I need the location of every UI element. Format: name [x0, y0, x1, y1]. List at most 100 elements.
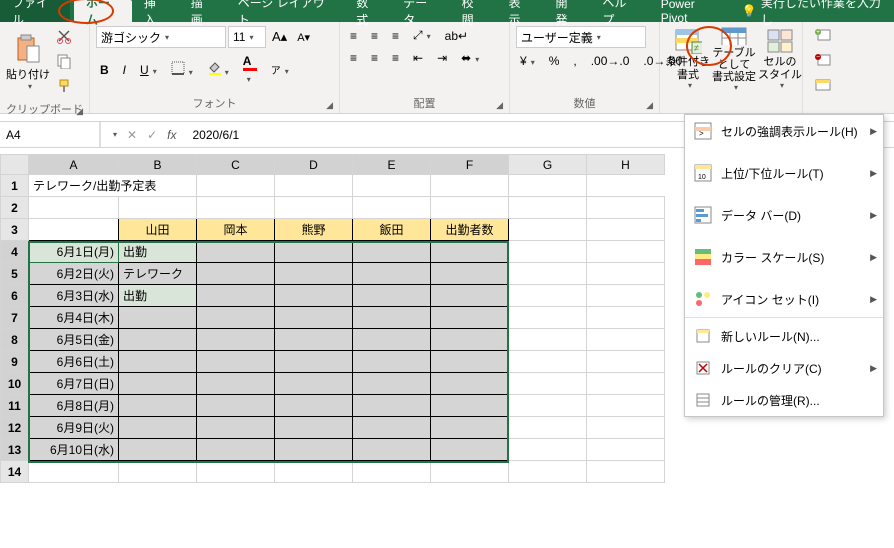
- dialog-launcher-icon[interactable]: ◢: [76, 106, 83, 117]
- menu-icon-sets[interactable]: アイコン セット(I) ▶: [685, 283, 883, 315]
- col-header-H[interactable]: H: [587, 155, 665, 175]
- wrap-text-button[interactable]: ab↵: [441, 27, 472, 45]
- tab-insert[interactable]: 挿入: [132, 0, 179, 22]
- row-header[interactable]: 12: [1, 417, 29, 439]
- phonetic-button[interactable]: ア▾: [267, 60, 293, 79]
- font-name-select[interactable]: 游ゴシック▾: [96, 26, 226, 48]
- tab-help[interactable]: ヘルプ: [590, 0, 648, 22]
- comma-button[interactable]: ,: [569, 52, 580, 70]
- align-bottom-button[interactable]: ≡: [388, 27, 403, 45]
- menu-color-scales[interactable]: カラー スケール(S) ▶: [685, 241, 883, 273]
- header-cell[interactable]: 山田: [119, 219, 197, 241]
- col-header-C[interactable]: C: [197, 155, 275, 175]
- col-header-F[interactable]: F: [431, 155, 509, 175]
- row-header[interactable]: 6: [1, 285, 29, 307]
- row-header[interactable]: 10: [1, 373, 29, 395]
- cell[interactable]: 出勤: [119, 285, 197, 307]
- fx-icon[interactable]: fx: [167, 128, 176, 142]
- merge-button[interactable]: ⬌▾: [457, 49, 483, 67]
- cell[interactable]: 6月5日(金): [29, 329, 119, 351]
- delete-cells-button[interactable]: −: [810, 51, 836, 72]
- cell[interactable]: 6月9日(火): [29, 417, 119, 439]
- insert-cells-button[interactable]: +: [810, 26, 836, 47]
- percent-button[interactable]: %: [545, 52, 564, 70]
- currency-button[interactable]: ¥▾: [516, 52, 539, 70]
- italic-button[interactable]: I: [119, 61, 130, 79]
- align-left-button[interactable]: ≡: [346, 49, 361, 67]
- cell[interactable]: 6月2日(火): [29, 263, 119, 285]
- increase-font-button[interactable]: A▴: [268, 27, 291, 47]
- tab-data[interactable]: データ: [391, 0, 449, 22]
- row-header[interactable]: 9: [1, 351, 29, 373]
- row-header[interactable]: 2: [1, 197, 29, 219]
- menu-manage-rules[interactable]: ルールの管理(R)...: [685, 384, 883, 416]
- menu-highlight-rules[interactable]: > セルの強調表示ルール(H) ▶: [685, 115, 883, 147]
- cell[interactable]: 6月7日(日): [29, 373, 119, 395]
- cut-button[interactable]: [52, 26, 76, 49]
- header-cell[interactable]: 熊野: [275, 219, 353, 241]
- cell[interactable]: 6月8日(月): [29, 395, 119, 417]
- format-painter-button[interactable]: [52, 76, 76, 99]
- name-box[interactable]: [0, 122, 100, 147]
- row-header[interactable]: 7: [1, 307, 29, 329]
- menu-new-rule[interactable]: 新しいルール(N)...: [685, 320, 883, 352]
- tab-power-pivot[interactable]: Power Pivot: [649, 0, 734, 22]
- cell[interactable]: テレワーク/出勤予定表: [29, 175, 197, 197]
- fill-color-button[interactable]: ▾: [203, 59, 233, 80]
- tab-formulas[interactable]: 数式: [344, 0, 391, 22]
- format-as-table-button[interactable]: テーブルとして 書式設定▾: [712, 26, 756, 92]
- header-cell[interactable]: 出勤者数: [431, 219, 509, 241]
- tab-view[interactable]: 表示: [497, 0, 544, 22]
- row-header[interactable]: 3: [1, 219, 29, 241]
- menu-clear-rules[interactable]: ルールのクリア(C) ▶: [685, 352, 883, 384]
- col-header-D[interactable]: D: [275, 155, 353, 175]
- decrease-indent-button[interactable]: ⇤: [409, 49, 427, 67]
- cell[interactable]: 6月6日(土): [29, 351, 119, 373]
- align-top-button[interactable]: ≡: [346, 27, 361, 45]
- cell[interactable]: テレワーク: [119, 263, 197, 285]
- row-header[interactable]: 13: [1, 439, 29, 461]
- conditional-formatting-button[interactable]: ≠ 条件付き 書式▾: [666, 26, 710, 92]
- row-header[interactable]: 14: [1, 461, 29, 483]
- tab-draw[interactable]: 描画: [179, 0, 226, 22]
- underline-button[interactable]: U▾: [136, 61, 161, 79]
- font-color-button[interactable]: A▾: [239, 52, 261, 87]
- orientation-button[interactable]: ⤢▾: [409, 26, 435, 45]
- tab-file[interactable]: ファイル: [0, 0, 70, 22]
- chevron-down-icon[interactable]: ▾: [113, 130, 117, 139]
- decrease-font-button[interactable]: A▾: [293, 29, 314, 46]
- menu-data-bars[interactable]: データ バー(D) ▶: [685, 199, 883, 231]
- header-cell[interactable]: 飯田: [353, 219, 431, 241]
- tab-developer[interactable]: 開発: [543, 0, 590, 22]
- increase-indent-button[interactable]: ⇥: [433, 49, 451, 67]
- cancel-icon[interactable]: ✕: [127, 128, 137, 142]
- dialog-launcher-icon[interactable]: ◢: [496, 100, 503, 111]
- cell[interactable]: 6月3日(水): [29, 285, 119, 307]
- dialog-launcher-icon[interactable]: ◢: [326, 100, 333, 111]
- col-header-A[interactable]: A: [29, 155, 119, 175]
- border-button[interactable]: ▾: [167, 59, 197, 80]
- dialog-launcher-icon[interactable]: ◢: [646, 100, 653, 111]
- select-all-corner[interactable]: [1, 155, 29, 175]
- header-cell[interactable]: 岡本: [197, 219, 275, 241]
- col-header-G[interactable]: G: [509, 155, 587, 175]
- cell[interactable]: 6月1日(月): [29, 241, 119, 263]
- enter-icon[interactable]: ✓: [147, 128, 157, 142]
- menu-top-bottom[interactable]: 10 上位/下位ルール(T) ▶: [685, 157, 883, 189]
- col-header-B[interactable]: B: [119, 155, 197, 175]
- align-right-button[interactable]: ≡: [388, 49, 403, 67]
- increase-decimal-button[interactable]: .00→.0: [587, 52, 634, 70]
- cell[interactable]: 出勤: [119, 241, 197, 263]
- row-header[interactable]: 1: [1, 175, 29, 197]
- tab-review[interactable]: 校閲: [450, 0, 497, 22]
- cell[interactable]: 6月4日(木): [29, 307, 119, 329]
- align-middle-button[interactable]: ≡: [367, 27, 382, 45]
- number-format-select[interactable]: ユーザー定義▾: [516, 26, 646, 48]
- paste-button[interactable]: 貼り付け ▾: [6, 30, 50, 96]
- tell-me-search[interactable]: 💡 実行したい作業を入力し: [734, 0, 894, 22]
- tab-page-layout[interactable]: ページ レイアウト: [226, 0, 345, 22]
- col-header-E[interactable]: E: [353, 155, 431, 175]
- row-header[interactable]: 4: [1, 241, 29, 263]
- bold-button[interactable]: B: [96, 61, 113, 79]
- tab-home[interactable]: ホーム: [74, 0, 132, 22]
